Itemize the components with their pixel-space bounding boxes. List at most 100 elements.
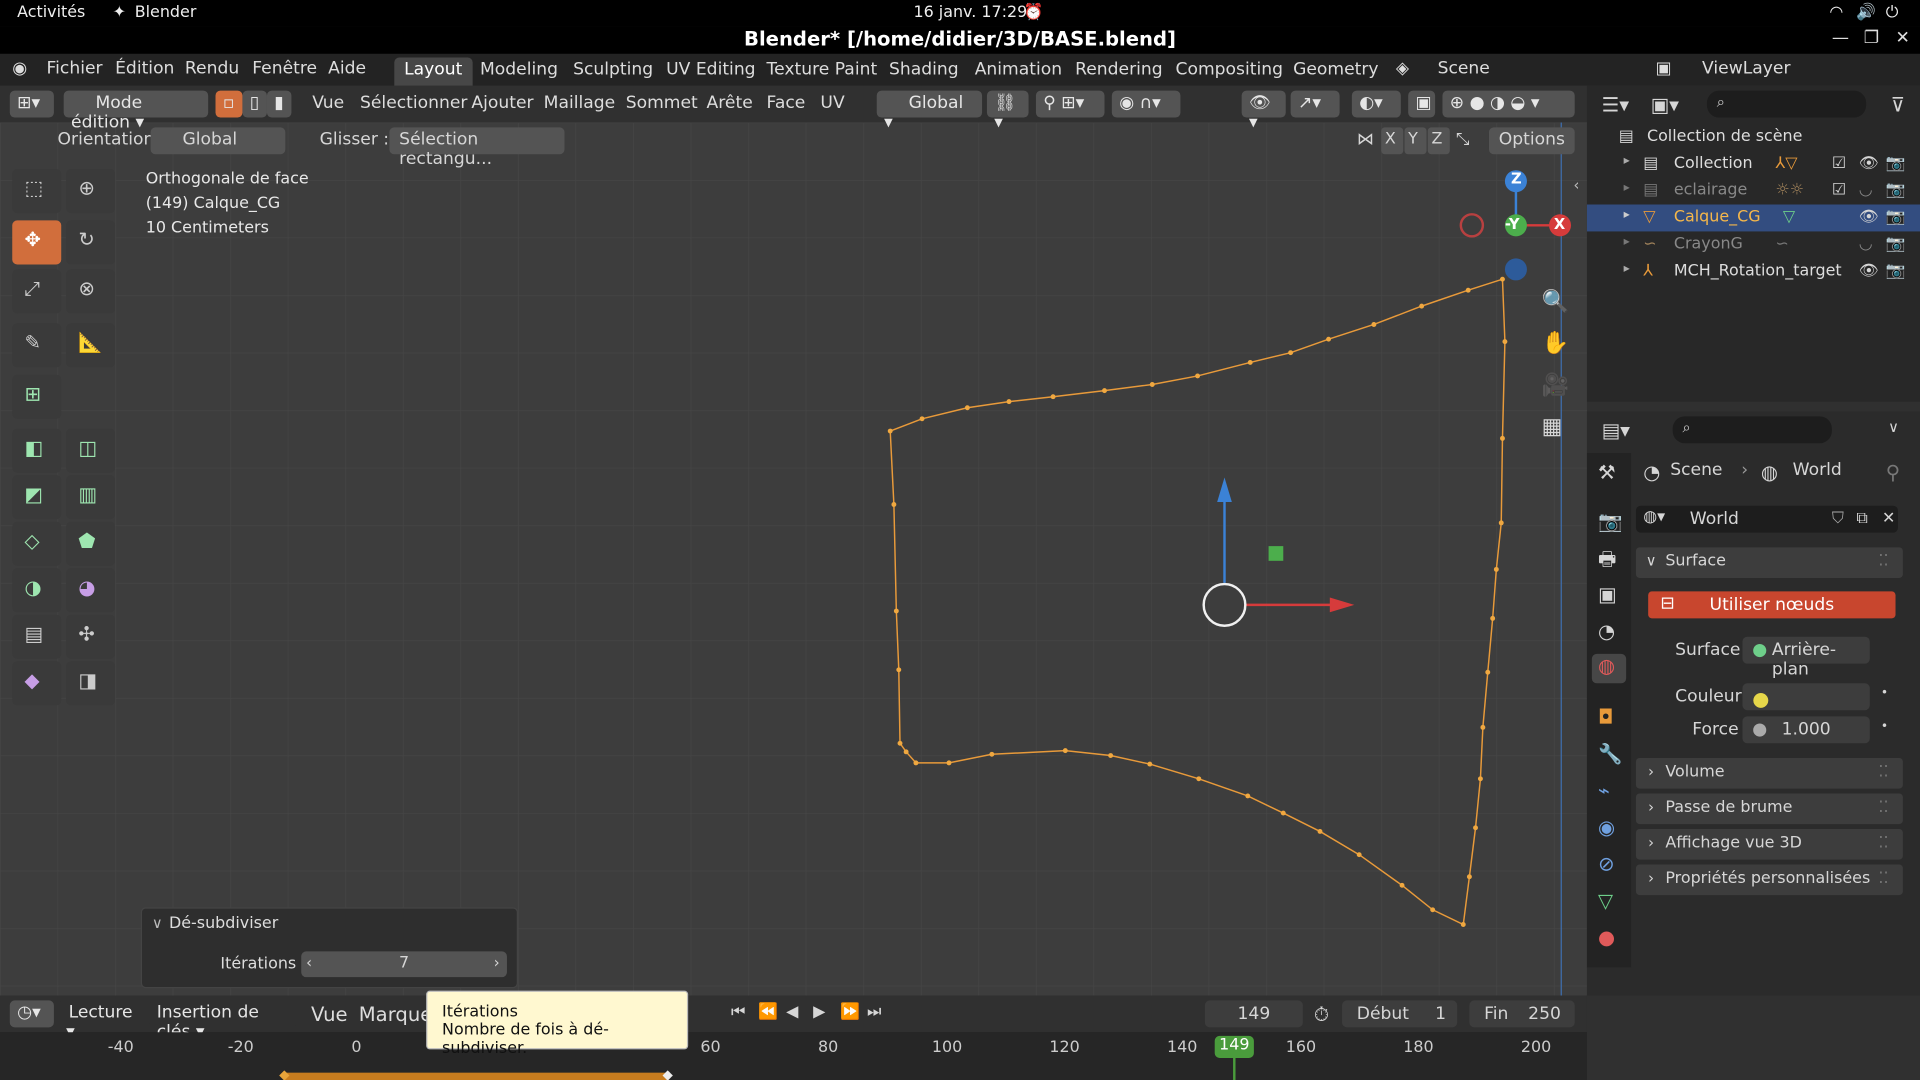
options-dropdown[interactable]: Options bbox=[1488, 127, 1575, 155]
drag-handle-icon[interactable]: ⁚⁚ bbox=[1878, 834, 1888, 852]
add-cube-tool[interactable]: ⊞ bbox=[12, 374, 62, 419]
menu-face[interactable]: Face bbox=[767, 93, 806, 113]
render-tab-icon[interactable]: 📷 bbox=[1598, 509, 1622, 532]
eye-icon[interactable]: 👁 bbox=[1859, 262, 1879, 280]
keyframe-icon[interactable]: ◆ bbox=[279, 1067, 289, 1080]
output-tab-icon[interactable]: 🖶 bbox=[1598, 546, 1617, 579]
world-tab-icon[interactable]: ◍ bbox=[1591, 653, 1627, 684]
loop-cut-tool[interactable]: ▥ bbox=[66, 475, 116, 520]
expand-icon[interactable]: ▸ bbox=[1624, 235, 1630, 248]
outliner-item-calque-cg[interactable]: ▸ ▽ Calque_CG ▽ 👁 📷 bbox=[1586, 204, 1920, 232]
fake-user-icon[interactable]: ⛉ bbox=[1832, 509, 1844, 527]
playback-menu[interactable]: Lecture ▾ bbox=[58, 1000, 145, 1042]
annotate-tool[interactable]: ✎ bbox=[12, 323, 62, 368]
cursor-tool[interactable]: ⊕ bbox=[66, 168, 116, 214]
scale-tool[interactable]: ⤢ bbox=[12, 269, 62, 314]
clock[interactable]: 16 janv. 17:29 bbox=[913, 4, 1027, 22]
shear-tool[interactable]: ◆ bbox=[12, 661, 62, 706]
timeline-view-menu[interactable]: Vue bbox=[311, 1003, 348, 1026]
tab-layout[interactable]: Layout bbox=[394, 57, 473, 86]
drag-handle-icon[interactable]: ⁚⁚ bbox=[1878, 763, 1888, 781]
orientation-dropdown[interactable]: Global bbox=[150, 127, 286, 155]
current-frame-field[interactable]: 149 bbox=[1204, 1000, 1303, 1028]
menu-render[interactable]: Rendu bbox=[185, 59, 239, 79]
edge-select-icon[interactable]: ▯ bbox=[242, 90, 267, 118]
menu-help[interactable]: Aide bbox=[328, 59, 366, 79]
duplicate-icon[interactable]: ⧉ bbox=[1856, 509, 1867, 527]
overlay-toggle-icon[interactable]: ◐▾ bbox=[1351, 90, 1401, 118]
keyframe-range-bar[interactable] bbox=[284, 1072, 669, 1080]
breadcrumb-world[interactable]: World bbox=[1793, 460, 1842, 480]
power-icon[interactable]: ⏻ bbox=[1886, 4, 1899, 22]
viewlayer-icon[interactable]: ▣ bbox=[1656, 59, 1672, 79]
pan-hand-icon[interactable]: ✋ bbox=[1542, 331, 1569, 357]
lock-x-button[interactable]: X bbox=[1381, 127, 1404, 155]
stopwatch-icon[interactable]: ⏱ bbox=[1314, 1003, 1329, 1027]
tab-geometry-nodes[interactable]: Geometry N bbox=[1283, 58, 1381, 86]
increment-icon[interactable]: › bbox=[494, 954, 500, 971]
camera-icon[interactable]: 📷 bbox=[1886, 235, 1906, 253]
edge-slide-tool[interactable]: ▤ bbox=[12, 614, 62, 659]
tool-tab-icon[interactable]: ⚒ bbox=[1598, 460, 1616, 483]
world-datablock[interactable]: ◍▾ World ⛉ ⧉ ✕ bbox=[1635, 505, 1898, 533]
menu-edit[interactable]: Édition bbox=[115, 59, 174, 79]
face-select-icon[interactable]: ▮ bbox=[266, 90, 292, 118]
tab-texture-paint[interactable]: Texture Paint bbox=[757, 58, 887, 86]
tab-sculpting[interactable]: Sculpting bbox=[563, 58, 663, 86]
drag-handle-icon[interactable]: ⁚⁚ bbox=[1878, 869, 1888, 887]
keyframe-dot-icon[interactable]: • bbox=[1881, 687, 1888, 700]
prev-keyframe-icon[interactable]: ⏪ bbox=[758, 1003, 778, 1021]
color-field[interactable]: ● bbox=[1742, 683, 1870, 711]
gizmo-toggle-icon[interactable]: ↗▾ bbox=[1290, 90, 1340, 118]
world-browse-icon[interactable]: ◍▾ bbox=[1643, 508, 1665, 526]
mode-selector[interactable]: Mode édition ▾ bbox=[63, 90, 209, 132]
poly-build-tool[interactable]: ⬟ bbox=[66, 521, 116, 566]
select-box-tool[interactable]: ⬚ bbox=[12, 168, 62, 214]
expand-icon[interactable]: ▸ bbox=[1624, 208, 1630, 221]
breadcrumb-scene[interactable]: Scene bbox=[1670, 460, 1722, 480]
smooth-tool[interactable]: ◕ bbox=[66, 568, 116, 613]
keying-menu[interactable]: Insertion de clés ▾ bbox=[149, 1000, 297, 1042]
filter-icon[interactable]: ⊽ bbox=[1891, 93, 1905, 116]
iterations-field[interactable]: ‹ 7 › bbox=[301, 951, 507, 978]
checkbox-icon[interactable]: ☑ bbox=[1832, 154, 1846, 172]
properties-type-icon[interactable]: ▤▾ bbox=[1602, 419, 1630, 442]
drag-dropdown[interactable]: Sélection rectangu... bbox=[389, 127, 565, 169]
checkbox-icon[interactable]: ☑ bbox=[1832, 181, 1846, 199]
inset-tool[interactable]: ◫ bbox=[66, 428, 116, 473]
lock-z-button[interactable]: Z bbox=[1427, 127, 1450, 155]
scene-selector-icon[interactable]: ◈ bbox=[1396, 59, 1409, 79]
tab-shading[interactable]: Shading bbox=[879, 58, 968, 86]
chevron-down-icon[interactable]: ∨ bbox=[152, 915, 163, 932]
jump-end-icon[interactable]: ⏭ bbox=[867, 1003, 881, 1021]
xray-icon[interactable]: ▣ bbox=[1408, 90, 1436, 118]
shading-modes[interactable]: ⊕ ● ◑ ◒ ▾ bbox=[1442, 90, 1575, 118]
tab-uv-editing[interactable]: UV Editing bbox=[656, 58, 765, 86]
3d-viewport[interactable]: Z -Y X 🔍 ✋ 🎥 ▦ ‹ Orthogonale de face (14… bbox=[0, 122, 1587, 996]
camera-icon[interactable]: 📷 bbox=[1886, 262, 1906, 280]
eye-hidden-icon[interactable]: ◡ bbox=[1859, 181, 1873, 199]
proportional-edit-icon[interactable]: ◉ ∩▾ bbox=[1111, 90, 1181, 118]
menu-view[interactable]: Vue bbox=[312, 93, 344, 113]
material-tab-icon[interactable]: ● bbox=[1598, 926, 1615, 949]
jump-start-icon[interactable]: ⏮ bbox=[731, 1003, 745, 1021]
modifier-tab-icon[interactable]: 🔧 bbox=[1598, 742, 1622, 765]
unlink-icon[interactable]: ✕ bbox=[1882, 509, 1895, 527]
display-mode-icon[interactable]: ▣▾ bbox=[1651, 93, 1679, 116]
tab-animation[interactable]: Animation bbox=[965, 58, 1072, 86]
camera-icon[interactable]: 📷 bbox=[1886, 181, 1906, 199]
play-reverse-icon[interactable]: ◀ bbox=[786, 1003, 798, 1021]
surface-shader-field[interactable]: ● Arrière-plan bbox=[1742, 636, 1870, 680]
blender-logo-icon[interactable]: ◉ bbox=[12, 59, 27, 79]
camera-icon[interactable]: 📷 bbox=[1886, 208, 1906, 226]
viewlayer-name[interactable]: ViewLayer bbox=[1702, 59, 1790, 79]
vertex-select-icon[interactable]: ▫ bbox=[215, 90, 243, 118]
visibility-icon[interactable]: 👁▾ bbox=[1241, 90, 1286, 132]
lock-y-button[interactable]: Y bbox=[1404, 127, 1427, 155]
outliner-root[interactable]: ▤ Collection de scène bbox=[1587, 124, 1920, 151]
mist-panel-header[interactable]: › Passe de brume ⁚⁚ bbox=[1635, 793, 1903, 825]
expand-icon[interactable]: ▸ bbox=[1624, 154, 1630, 167]
constraints-tab-icon[interactable]: ⊘ bbox=[1598, 852, 1614, 875]
zoom-icon[interactable]: 🔍 bbox=[1542, 289, 1569, 315]
mirror-icon[interactable]: ⋈ bbox=[1357, 130, 1374, 150]
